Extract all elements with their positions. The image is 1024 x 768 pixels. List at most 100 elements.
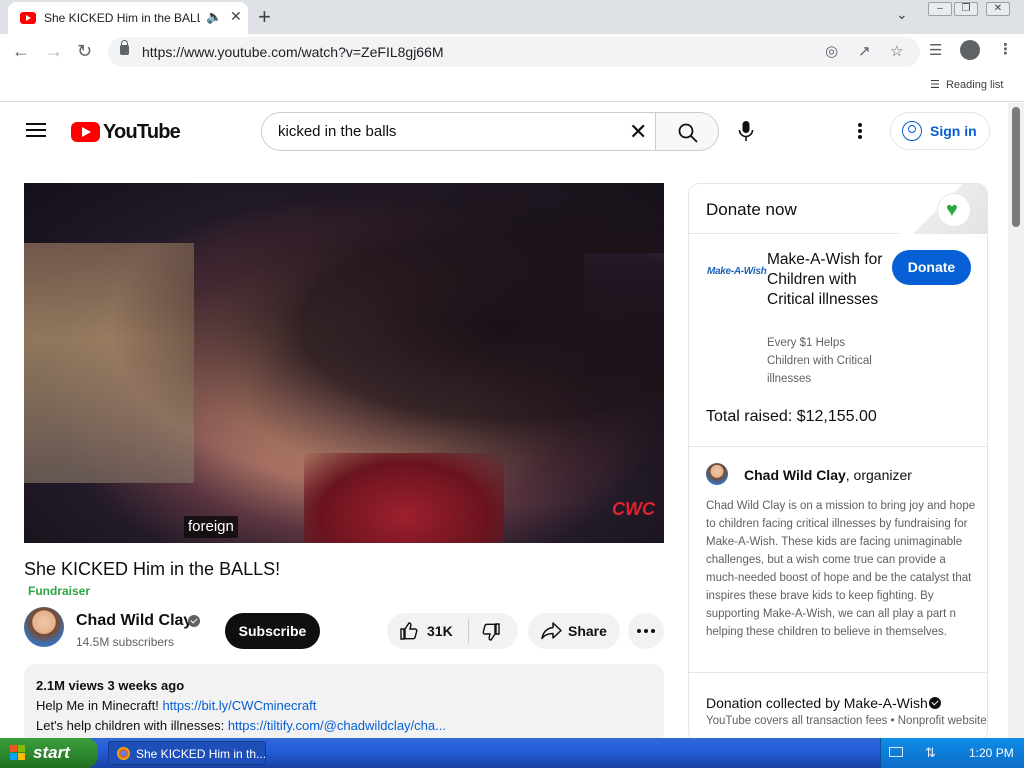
- profile-avatar-icon[interactable]: [960, 40, 980, 60]
- minimize-button[interactable]: –: [928, 2, 952, 16]
- back-arrow-icon[interactable]: ←: [12, 41, 30, 62]
- search-button[interactable]: [655, 112, 719, 151]
- speaker-icon[interactable]: 🔈: [206, 9, 222, 25]
- tab-search-chevron-icon[interactable]: ⌄: [896, 6, 908, 23]
- view-count-date: 2.1M views 3 weeks ago: [36, 678, 185, 693]
- description-line-2: Let's help children with illnesses: http…: [36, 718, 446, 733]
- youtube-play-icon: [71, 122, 100, 142]
- share-label: Share: [568, 623, 607, 639]
- video-frame-scarf: [304, 453, 504, 543]
- media-queue-icon[interactable]: ☰: [929, 41, 942, 59]
- restore-button[interactable]: ❐: [954, 2, 978, 16]
- browser-tab-active[interactable]: She KICKED Him in the BALLS! 🔈 ✕: [8, 2, 248, 34]
- share-arrow-icon: [541, 622, 562, 640]
- thumbs-down-icon[interactable]: [481, 622, 501, 642]
- hamburger-menu-icon[interactable]: [26, 123, 46, 137]
- browser-tab-strip: She KICKED Him in the BALLS! 🔈 ✕ + ⌄ – ❐…: [0, 0, 1024, 34]
- like-divider: [468, 619, 469, 643]
- donate-header: Donate now: [689, 184, 987, 234]
- subscribe-button[interactable]: Subscribe: [225, 613, 320, 649]
- charity-name[interactable]: Make-A-Wish for Children with Critical i…: [767, 250, 887, 310]
- url-text[interactable]: https://www.youtube.com/watch?v=ZeFIL8gj…: [142, 44, 444, 60]
- reload-icon[interactable]: ↻: [77, 41, 92, 62]
- share-page-icon[interactable]: ↗: [858, 42, 871, 60]
- keyboard-icon[interactable]: [889, 747, 903, 757]
- collected-by: Donation collected by Make-A-Wish: [706, 695, 928, 711]
- organizer-avatar[interactable]: [706, 463, 728, 485]
- chrome-icon: [117, 747, 130, 760]
- divider: [689, 446, 987, 447]
- lock-icon[interactable]: [120, 40, 129, 55]
- taskbar-window-label: She KICKED Him in th...: [136, 747, 267, 761]
- fundraiser-badge[interactable]: Fundraiser: [28, 584, 90, 598]
- verified-check-icon: [929, 697, 941, 709]
- more-actions-button[interactable]: [628, 613, 664, 649]
- fees-note: YouTube covers all transaction fees • No…: [706, 715, 987, 727]
- youtube-logo-text: YouTube: [103, 121, 181, 143]
- windows-flag-icon: [10, 745, 26, 761]
- settings-more-icon[interactable]: [858, 123, 864, 141]
- forward-arrow-icon[interactable]: →: [45, 41, 63, 62]
- clock[interactable]: 1:20 PM: [969, 746, 1014, 760]
- channel-name[interactable]: Chad Wild Clay: [76, 612, 192, 630]
- thumbs-up-icon[interactable]: [399, 621, 419, 641]
- reading-list-button[interactable]: ☰ Reading list: [930, 78, 1003, 91]
- description-text-1: Help Me in Minecraft!: [36, 698, 163, 713]
- video-player[interactable]: foreign CWC: [24, 183, 664, 543]
- organizer-role: , organizer: [845, 467, 912, 483]
- bookmark-star-icon[interactable]: ☆: [890, 42, 903, 60]
- search-input[interactable]: kicked in the balls ✕: [261, 112, 656, 151]
- donate-button[interactable]: Donate: [892, 250, 971, 285]
- scrollbar-thumb[interactable]: [1012, 107, 1020, 227]
- organizer-line: Chad Wild Clay, organizer: [744, 467, 912, 483]
- donate-panel-title: Donate now: [706, 200, 797, 219]
- taskbar-chrome-window[interactable]: She KICKED Him in th...: [108, 741, 266, 765]
- donate-panel: Donate now Make-A-Wish Make-A-Wish for C…: [688, 183, 988, 743]
- taskbar: start She KICKED Him in th... ⇅ 1:20 PM: [0, 738, 1024, 768]
- address-bar[interactable]: https://www.youtube.com/watch?v=ZeFIL8gj…: [108, 37, 920, 67]
- total-raised: Total raised: $12,155.00: [706, 408, 877, 425]
- tiltify-link[interactable]: https://tiltify.com/@chadwildclay/cha...: [228, 718, 446, 733]
- youtube-favicon-icon: [20, 12, 36, 24]
- reading-list-label: Reading list: [945, 79, 1004, 91]
- description-line-1: Help Me in Minecraft! https://bit.ly/CWC…: [36, 698, 316, 713]
- search-query-text[interactable]: kicked in the balls: [278, 123, 396, 140]
- make-a-wish-logo[interactable]: Make-A-Wish: [707, 266, 767, 277]
- like-count[interactable]: 31K: [427, 623, 453, 639]
- account-circle-icon: [902, 121, 922, 141]
- network-icon[interactable]: ⇅: [925, 745, 936, 761]
- bookmarks-bar: ☰ Reading list: [0, 70, 1024, 102]
- tab-close-icon[interactable]: ✕: [230, 8, 242, 25]
- start-button[interactable]: start: [0, 738, 98, 768]
- verified-check-icon: [188, 615, 200, 627]
- channel-avatar[interactable]: [24, 607, 64, 647]
- eye-slash-icon[interactable]: ◎: [825, 42, 838, 60]
- window-close-button[interactable]: ✕: [986, 2, 1010, 16]
- clear-search-icon[interactable]: ✕: [629, 119, 647, 145]
- subscriber-count: 14.5M subscribers: [76, 635, 175, 649]
- sign-in-button[interactable]: Sign in: [890, 112, 990, 150]
- new-tab-button[interactable]: +: [258, 4, 271, 30]
- browser-toolbar: ← → ↻ https://www.youtube.com/watch?v=Ze…: [0, 34, 1024, 70]
- video-description[interactable]: 2.1M views 3 weeks ago Help Me in Minecr…: [24, 664, 664, 744]
- heart-icon: [937, 193, 971, 227]
- search-icon: [678, 123, 698, 143]
- start-label: start: [33, 743, 70, 762]
- description-text-2: Let's help children with illnesses:: [36, 718, 228, 733]
- organizer-name[interactable]: Chad Wild Clay: [744, 467, 846, 483]
- like-dislike-group: 31K: [387, 613, 518, 649]
- channel-watermark[interactable]: CWC: [612, 499, 655, 520]
- microphone-icon[interactable]: [738, 120, 754, 142]
- youtube-header: YouTube kicked in the balls ✕ Sign in: [0, 103, 1008, 159]
- video-title: She KICKED Him in the BALLS!: [24, 559, 281, 579]
- organizer-message: Chad Wild Clay is on a mission to bring …: [706, 500, 976, 638]
- minecraft-link[interactable]: https://bit.ly/CWCminecraft: [162, 698, 316, 713]
- system-tray: ⇅ 1:20 PM: [880, 738, 1024, 768]
- chrome-menu-icon[interactable]: ⋮: [998, 40, 1013, 58]
- video-caption: foreign: [184, 516, 238, 538]
- page-scrollbar[interactable]: [1008, 103, 1024, 738]
- tab-title: She KICKED Him in the BALLS!: [44, 11, 200, 25]
- divider: [689, 672, 987, 673]
- sign-in-label: Sign in: [930, 123, 977, 139]
- share-button[interactable]: Share: [528, 613, 620, 649]
